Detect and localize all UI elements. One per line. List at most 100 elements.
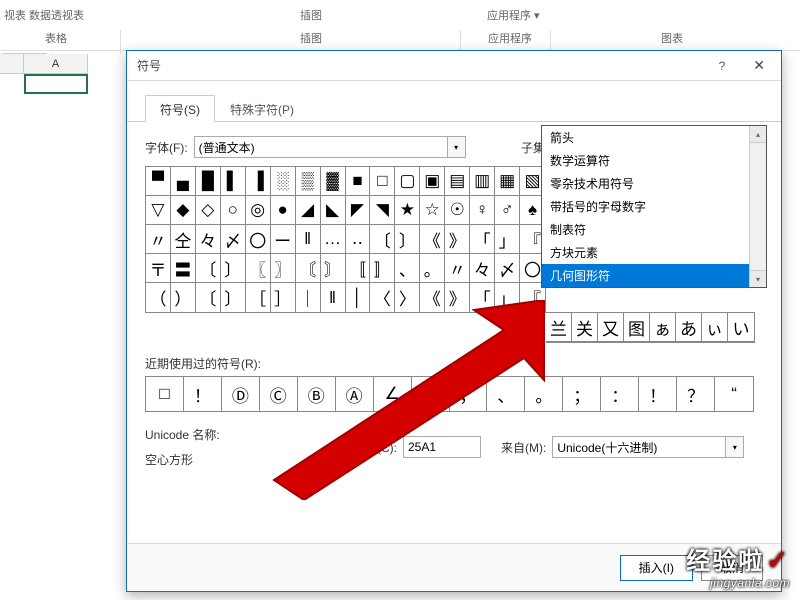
symbol-cell[interactable]: ） [171, 283, 196, 312]
recent-symbol-cell[interactable]: Ⓑ [298, 377, 336, 411]
symbol-cell[interactable]: ー [271, 225, 296, 254]
scroll-down-icon[interactable]: ▾ [750, 270, 766, 287]
symbol-cell[interactable]: ▥ [470, 167, 495, 196]
symbol-cell[interactable]: ▐ [246, 167, 271, 196]
recent-symbol-cell[interactable]: └ [412, 377, 450, 411]
symbol-cell[interactable]: 〉 [395, 283, 420, 312]
dropdown-item[interactable]: 箭头 [542, 126, 766, 149]
symbol-cell[interactable]: 〖 [246, 254, 271, 283]
recent-symbol-cell[interactable]: ∠ [374, 377, 412, 411]
symbol-cell[interactable]: ‖ [321, 283, 346, 312]
tab-symbols[interactable]: 符号(S) [145, 95, 215, 123]
symbol-cell[interactable]: 图 [624, 313, 650, 342]
symbol-cell[interactable]: ▓ [321, 167, 346, 196]
symbol-cell[interactable]: 《 [420, 225, 445, 254]
symbol-cell[interactable]: ◎ [246, 196, 271, 225]
symbol-cell[interactable]: │ [346, 283, 371, 312]
symbol-cell[interactable]: 「 [470, 225, 495, 254]
recent-symbol-cell[interactable]: ！ [639, 377, 677, 411]
recent-symbol-cell[interactable]: ！ [184, 377, 222, 411]
symbol-cell[interactable]: 〛 [370, 254, 395, 283]
symbol-cell[interactable]: ◣ [321, 196, 346, 225]
dropdown-item[interactable]: 零杂技术用符号 [542, 172, 766, 195]
recent-symbol-cell[interactable]: “ [715, 377, 753, 411]
symbol-cell[interactable]: 〚 [346, 254, 371, 283]
symbol-cell[interactable]: 〕 [221, 283, 246, 312]
symbol-cell[interactable]: ｜ [296, 283, 321, 312]
symbol-cell[interactable]: ‖ [296, 225, 321, 254]
char-code-input[interactable]: 25A1 [403, 436, 481, 458]
recent-symbol-cell[interactable]: ？ [677, 377, 715, 411]
symbol-cell[interactable]: ☉ [445, 196, 470, 225]
symbol-cell[interactable]: ▣ [420, 167, 445, 196]
close-button[interactable]: ✕ [747, 55, 771, 76]
symbol-cell[interactable]: 〗 [271, 254, 296, 283]
symbol-cell[interactable]: い [728, 313, 754, 342]
symbol-cell[interactable]: ▄ [171, 167, 196, 196]
recent-symbol-cell[interactable]: ， [450, 377, 488, 411]
recent-symbol-cell[interactable]: ： [601, 377, 639, 411]
scroll-up-icon[interactable]: ▴ [750, 126, 766, 143]
symbol-cell[interactable]: 兰 [546, 313, 572, 342]
dropdown-item[interactable]: 数学运算符 [542, 149, 766, 172]
symbol-cell[interactable]: ぁ [650, 313, 676, 342]
active-cell[interactable] [24, 74, 88, 94]
help-button[interactable]: ? [715, 57, 730, 75]
symbol-cell[interactable]: 又 [598, 313, 624, 342]
symbol-cell[interactable]: 关 [572, 313, 598, 342]
symbol-cell[interactable]: 〃 [445, 254, 470, 283]
symbol-cell[interactable]: 〔 [370, 225, 395, 254]
symbol-cell[interactable]: ▌ [221, 167, 246, 196]
symbol-cell[interactable]: ★ [395, 196, 420, 225]
symbol-cell[interactable]: ▒ [296, 167, 321, 196]
symbol-cell[interactable]: ‥ [346, 225, 371, 254]
symbol-cell[interactable]: ◤ [346, 196, 371, 225]
symbol-cell[interactable]: ▦ [495, 167, 520, 196]
symbol-cell[interactable]: 〇 [246, 225, 271, 254]
symbol-grid[interactable]: ▀▄█▌▐░▒▓■□▢▣▤▥▦▧ ▽◆◇○◎●◢◣◤◥★☆☉♀♂♠ 〃仝々〆〇ー… [145, 166, 546, 313]
symbol-cell[interactable]: ◇ [196, 196, 221, 225]
symbol-cell[interactable]: ◥ [370, 196, 395, 225]
recent-symbol-cell[interactable]: ； [563, 377, 601, 411]
symbol-cell[interactable]: 〘 [296, 254, 321, 283]
symbol-cell[interactable]: ［ [246, 283, 271, 312]
symbol-cell[interactable]: ▢ [395, 167, 420, 196]
symbol-cell[interactable]: 〔 [196, 254, 221, 283]
symbol-cell[interactable]: 〒 [146, 254, 171, 283]
symbol-cell[interactable]: 〆 [221, 225, 246, 254]
symbol-cell[interactable]: ぃ [702, 313, 728, 342]
from-combo[interactable]: Unicode(十六进制) ▾ [552, 436, 744, 458]
symbol-cell[interactable]: 〔 [196, 283, 221, 312]
symbol-cell[interactable]: ▤ [445, 167, 470, 196]
symbol-cell[interactable]: あ [676, 313, 702, 342]
symbol-cell[interactable]: ♀ [470, 196, 495, 225]
symbol-cell[interactable]: ◢ [296, 196, 321, 225]
symbol-cell[interactable]: 、 [395, 254, 420, 283]
dropdown-item[interactable]: 制表符 [542, 218, 766, 241]
symbol-cell[interactable]: 〙 [321, 254, 346, 283]
symbol-cell[interactable]: 。 [420, 254, 445, 283]
symbol-cell[interactable]: ■ [346, 167, 371, 196]
symbol-cell[interactable]: 〈 [370, 283, 395, 312]
dropdown-item-selected[interactable]: 几何图形符 [542, 264, 766, 287]
recent-symbol-cell[interactable]: 、 [487, 377, 525, 411]
symbol-cell[interactable]: 》 [445, 225, 470, 254]
select-all-corner[interactable] [0, 54, 24, 74]
symbol-cell[interactable]: 」 [495, 283, 520, 312]
symbol-cell[interactable]: ░ [271, 167, 296, 196]
insert-button[interactable]: 插入(I) [620, 555, 693, 581]
symbol-cell[interactable]: 》 [445, 283, 470, 312]
dropdown-scrollbar[interactable]: ▴ ▾ [749, 126, 766, 287]
symbol-cell[interactable]: 々 [196, 225, 221, 254]
symbol-cell[interactable]: ○ [221, 196, 246, 225]
symbol-cell[interactable]: ◆ [171, 196, 196, 225]
dropdown-item[interactable]: 带括号的字母数字 [542, 195, 766, 218]
recent-symbol-cell[interactable]: Ⓓ [222, 377, 260, 411]
symbol-cell[interactable]: 《 [420, 283, 445, 312]
font-combo[interactable]: (普通文本) ▾ [194, 136, 466, 158]
symbol-cell[interactable]: 々 [470, 254, 495, 283]
recent-symbol-cell[interactable]: Ⓐ [336, 377, 374, 411]
recent-symbols-row[interactable]: □！ⒹⒸⒷⒶ∠└，、。；：！？“ [145, 376, 754, 412]
symbol-cell[interactable]: … [321, 225, 346, 254]
recent-symbol-cell[interactable]: □ [146, 377, 184, 411]
